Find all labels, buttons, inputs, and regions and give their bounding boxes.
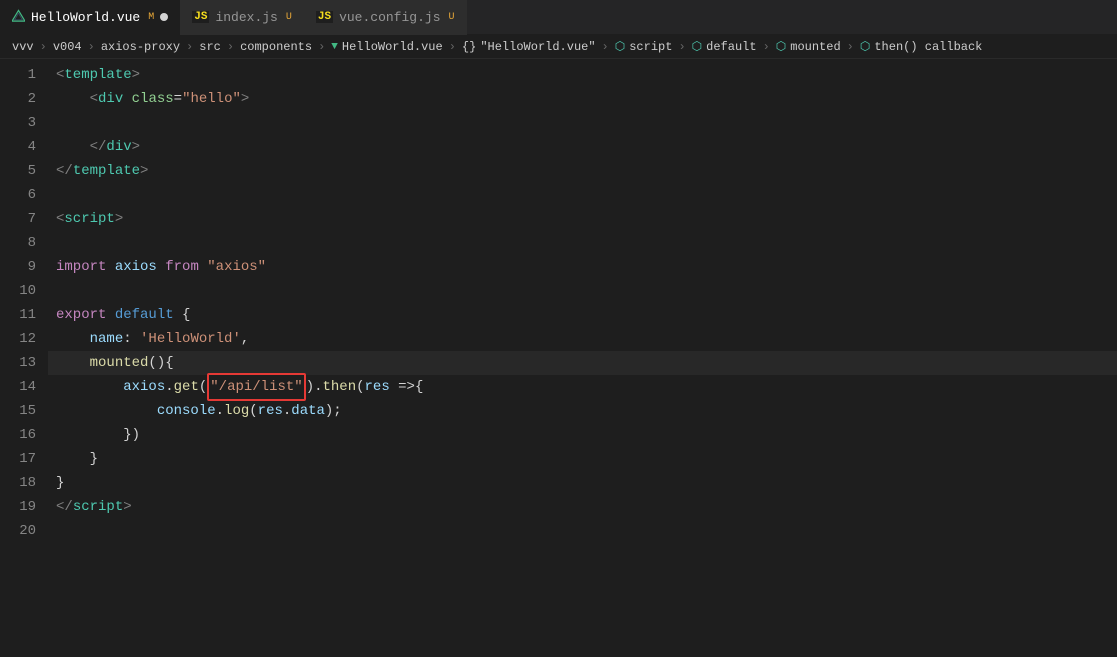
code-line-20 bbox=[48, 519, 1117, 543]
code-line-16: }) bbox=[48, 423, 1117, 447]
code-line-1: <template> bbox=[48, 63, 1117, 87]
tab-label-indexjs: index.js bbox=[215, 10, 277, 25]
breadcrumb-script: script bbox=[629, 40, 672, 54]
ln-1: 1 bbox=[0, 63, 36, 87]
breadcrumb-components: components bbox=[240, 40, 312, 54]
code-line-14: axios.get("/api/list").then(res =>{ bbox=[48, 375, 1117, 399]
breadcrumb-callback-icon: ⬡ bbox=[860, 39, 870, 54]
breadcrumb-vue-icon: ▼ bbox=[331, 41, 338, 53]
ln-17: 17 bbox=[0, 447, 36, 471]
breadcrumb-default-icon: ⬡ bbox=[692, 39, 702, 54]
tab-vue-config-js[interactable]: JS vue.config.js U bbox=[304, 0, 467, 35]
code-line-10 bbox=[48, 279, 1117, 303]
code-line-18: } bbox=[48, 471, 1117, 495]
ln-10: 10 bbox=[0, 279, 36, 303]
code-area[interactable]: <template> <div class="hello"> </div> </… bbox=[48, 59, 1117, 657]
breadcrumb-mounted: mounted bbox=[790, 40, 840, 54]
editor: 1 2 3 4 5 6 7 8 9 10 11 12 13 14 15 16 1… bbox=[0, 59, 1117, 657]
breadcrumb-vvv: vvv bbox=[12, 40, 34, 54]
breadcrumb-then-callback: then() callback bbox=[874, 40, 982, 54]
tab-label-helloworld: HelloWorld.vue bbox=[31, 10, 140, 25]
vue-tab-icon bbox=[12, 9, 25, 26]
breadcrumb-axios-proxy: axios-proxy bbox=[101, 40, 180, 54]
tab-badge-m: M bbox=[148, 12, 154, 23]
code-line-11: export default { bbox=[48, 303, 1117, 327]
code-line-15: console.log(res.data); bbox=[48, 399, 1117, 423]
tab-index-js[interactable]: JS index.js U bbox=[180, 0, 304, 35]
breadcrumb-mounted-icon: ⬡ bbox=[776, 39, 786, 54]
tab-helloworld-vue[interactable]: HelloWorld.vue M bbox=[0, 0, 180, 35]
ln-14: 14 bbox=[0, 375, 36, 399]
code-line-2: <div class="hello"> bbox=[48, 87, 1117, 111]
ln-20: 20 bbox=[0, 519, 36, 543]
tab-modified-dot bbox=[160, 13, 168, 21]
ln-12: 12 bbox=[0, 327, 36, 351]
ln-7: 7 bbox=[0, 207, 36, 231]
ln-3: 3 bbox=[0, 111, 36, 135]
breadcrumb-helloworld-file: HelloWorld.vue bbox=[342, 40, 443, 54]
breadcrumb-default: default bbox=[706, 40, 756, 54]
code-line-12: name: 'HelloWorld', bbox=[48, 327, 1117, 351]
code-line-8 bbox=[48, 231, 1117, 255]
ln-19: 19 bbox=[0, 495, 36, 519]
breadcrumb-curly: {} bbox=[462, 40, 476, 54]
ln-6: 6 bbox=[0, 183, 36, 207]
ln-4: 4 bbox=[0, 135, 36, 159]
ln-2: 2 bbox=[0, 87, 36, 111]
line-numbers: 1 2 3 4 5 6 7 8 9 10 11 12 13 14 15 16 1… bbox=[0, 59, 48, 657]
ln-13: 13 bbox=[0, 351, 36, 375]
breadcrumb-v004: v004 bbox=[53, 40, 82, 54]
tab-badge-u1: U bbox=[286, 12, 292, 23]
tab-bar: HelloWorld.vue M JS index.js U JS vue.co… bbox=[0, 0, 1117, 35]
code-line-9: import axios from "axios" bbox=[48, 255, 1117, 279]
ln-11: 11 bbox=[0, 303, 36, 327]
tab-label-vueconfigjs: vue.config.js bbox=[339, 10, 440, 25]
ln-15: 15 bbox=[0, 399, 36, 423]
ln-8: 8 bbox=[0, 231, 36, 255]
breadcrumb-helloworld-str: "HelloWorld.vue" bbox=[480, 40, 595, 54]
tab-badge-u2: U bbox=[449, 12, 455, 23]
ln-5: 5 bbox=[0, 159, 36, 183]
code-line-4: </div> bbox=[48, 135, 1117, 159]
code-line-19: </script> bbox=[48, 495, 1117, 519]
js-tab-icon-2: JS bbox=[316, 11, 333, 23]
breadcrumb-script-icon: ⬡ bbox=[615, 39, 625, 54]
code-line-6 bbox=[48, 183, 1117, 207]
js-tab-icon-1: JS bbox=[192, 11, 209, 23]
code-line-7: <script> bbox=[48, 207, 1117, 231]
ln-9: 9 bbox=[0, 255, 36, 279]
code-line-13: mounted(){ bbox=[48, 351, 1117, 375]
ln-18: 18 bbox=[0, 471, 36, 495]
code-line-3 bbox=[48, 111, 1117, 135]
ln-16: 16 bbox=[0, 423, 36, 447]
code-line-5: </template> bbox=[48, 159, 1117, 183]
breadcrumb-src: src bbox=[199, 40, 221, 54]
code-line-17: } bbox=[48, 447, 1117, 471]
breadcrumb: vvv › v004 › axios-proxy › src › compone… bbox=[0, 35, 1117, 59]
